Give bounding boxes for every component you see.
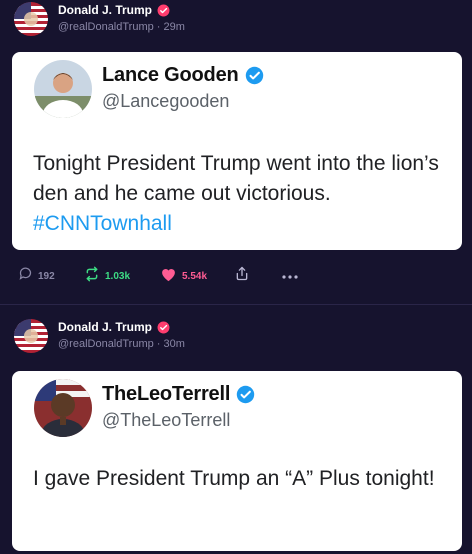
more-button[interactable] [282, 266, 298, 286]
reply-icon [18, 266, 33, 286]
action-bar: 192 1.03k 5.54k [18, 266, 318, 286]
quoted-name-row: TheLeoTerrell [102, 383, 255, 406]
post-header: Donald J. Trump @realDonaldTrump · 29m [14, 2, 454, 40]
share-icon [234, 265, 250, 287]
reply-button[interactable]: 192 [18, 266, 55, 286]
meta-separator: · [153, 21, 164, 33]
post-time[interactable]: 29m [164, 21, 185, 33]
post: Donald J. Trump @realDonaldTrump · 30m T… [0, 304, 472, 554]
post: Donald J. Trump @realDonaldTrump · 29m L… [0, 0, 472, 304]
quoted-name-row: Lance Gooden [102, 64, 264, 87]
quoted-text: Tonight President Trump went into the li… [33, 149, 443, 239]
quoted-avatar[interactable] [34, 60, 92, 118]
author-row: Donald J. Trump [58, 320, 170, 334]
quoted-post-card[interactable]: Lance Gooden @Lancegooden Tonight Presid… [12, 52, 462, 250]
author-name[interactable]: Donald J. Trump [58, 3, 152, 17]
verified-badge-icon [157, 4, 170, 17]
author-row: Donald J. Trump [58, 3, 170, 17]
post-time[interactable]: 30m [164, 338, 185, 350]
like-count: 5.54k [182, 270, 208, 282]
post-header: Donald J. Trump @realDonaldTrump · 30m [14, 319, 454, 357]
quoted-name[interactable]: TheLeoTerrell [102, 383, 230, 406]
quoted-handle[interactable]: @Lancegooden [102, 91, 229, 112]
repost-icon [84, 266, 100, 287]
quoted-handle[interactable]: @TheLeoTerrell [102, 410, 230, 431]
avatar[interactable] [14, 2, 48, 36]
avatar[interactable] [14, 319, 48, 353]
verified-badge-icon [245, 66, 264, 85]
meta-separator: · [153, 338, 164, 350]
more-icon [282, 267, 298, 285]
share-button[interactable] [234, 266, 250, 286]
repost-count: 1.03k [105, 270, 131, 282]
heart-icon [160, 266, 177, 287]
quoted-name[interactable]: Lance Gooden [102, 64, 239, 87]
author-handle[interactable]: @realDonaldTrump [58, 21, 154, 33]
quoted-body: Tonight President Trump went into the li… [33, 152, 439, 205]
reply-count: 192 [38, 270, 55, 282]
author-name[interactable]: Donald J. Trump [58, 320, 152, 334]
hashtag-link[interactable]: #CNNTownhall [33, 212, 172, 235]
author-handle[interactable]: @realDonaldTrump [58, 338, 154, 350]
like-button[interactable]: 5.54k [160, 266, 207, 286]
quoted-post-card[interactable]: TheLeoTerrell @TheLeoTerrell I gave Pres… [12, 371, 462, 551]
quoted-text: I gave President Trump an “A” Plus tonig… [33, 464, 443, 494]
repost-button[interactable]: 1.03k [84, 266, 130, 286]
quoted-body: I gave President Trump an “A” Plus tonig… [33, 467, 435, 490]
verified-badge-icon [236, 385, 255, 404]
post-meta: @realDonaldTrump · 30m [58, 338, 185, 350]
post-meta: @realDonaldTrump · 29m [58, 21, 185, 33]
verified-badge-icon [157, 321, 170, 334]
quoted-avatar[interactable] [34, 379, 92, 437]
